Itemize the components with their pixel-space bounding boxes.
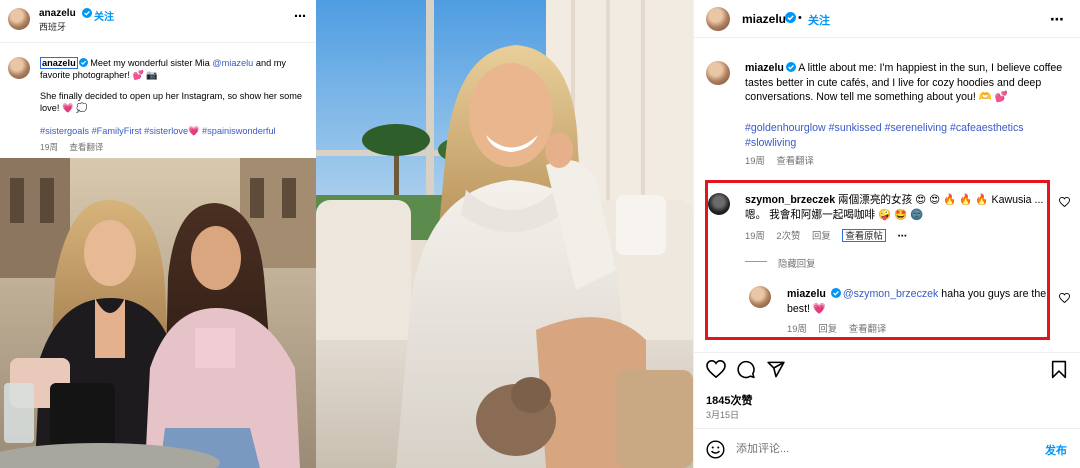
location-label[interactable]: 西班牙: [39, 20, 66, 33]
mention-link[interactable]: @miazelu: [212, 58, 253, 68]
reply-comment: miazelu @szymon_brzeczek haha you guys a…: [787, 287, 1052, 316]
comment: szymon_brzeczek 兩個漂亮的女孩 😍 😍 🔥 🔥 🔥 Kawusi…: [745, 193, 1050, 222]
comment-input[interactable]: [736, 440, 1016, 458]
post-date: 3月15日: [706, 410, 740, 420]
divider: [694, 37, 1080, 38]
verified-badge-icon: [82, 8, 92, 18]
verified-badge-icon: [830, 288, 841, 298]
caption-text: Meet my wonderful sister Mia: [87, 58, 213, 68]
caption-meta: 19周 查看翻译: [745, 153, 823, 167]
comment-more-icon[interactable]: ⋯: [898, 230, 908, 241]
reply-meta: 19周 回复 查看翻译: [787, 321, 895, 335]
bookmark-icon[interactable]: [1051, 360, 1067, 379]
view-original-link[interactable]: 查看原帖: [842, 229, 886, 242]
post-comment-button[interactable]: 发布: [1045, 442, 1067, 458]
photo-woman-in-hoodie: [316, 0, 693, 468]
reply-avatar[interactable]: [749, 286, 771, 308]
comment-icon[interactable]: [736, 360, 756, 379]
heart-icon[interactable]: [706, 360, 726, 378]
emoji-icon[interactable]: [706, 440, 725, 459]
reply-thread-line: [745, 261, 767, 262]
more-options-icon[interactable]: ⋯: [1050, 11, 1065, 28]
post-photo[interactable]: [0, 158, 316, 468]
heart-icon[interactable]: [1059, 197, 1070, 207]
hashtags[interactable]: #goldenhourglow #sunkissed #sereneliving…: [745, 121, 1065, 150]
hashtags[interactable]: #sistergoals #FamilyFirst #sisterlove💗 #…: [40, 126, 310, 137]
post-caption: miazelu A little about me: I'm happiest …: [745, 61, 1065, 105]
divider: [694, 428, 1080, 429]
hide-replies-button[interactable]: 隐藏回复: [778, 256, 816, 270]
caption-avatar[interactable]: [706, 61, 730, 85]
translate-link[interactable]: 查看翻译: [776, 155, 814, 166]
mention-link[interactable]: @szymon_brzeczek: [843, 288, 939, 300]
left-post-panel: anazelu 关注 西班牙 ⋯ anazelu Meet my wonderf…: [0, 0, 316, 468]
post-caption: anazelu Meet my wonderful sister Mia @mi…: [40, 57, 310, 115]
caption-text: She finally decided to open up her Insta…: [40, 90, 302, 114]
reply-button[interactable]: 回复: [812, 230, 831, 241]
timestamp: 19周: [745, 230, 765, 241]
caption-username[interactable]: anazelu: [40, 57, 78, 69]
share-icon[interactable]: [766, 360, 786, 379]
reply-username[interactable]: miazelu: [787, 288, 826, 300]
divider: [694, 352, 1080, 353]
caption-meta: 19周 查看翻译: [40, 141, 112, 153]
divider: [0, 42, 316, 43]
username[interactable]: anazelu: [39, 8, 76, 19]
post-header: anazelu 关注 西班牙 ⋯: [0, 0, 316, 44]
post-detail-panel: miazelu • 关注 ⋯ miazelu A little about me…: [693, 0, 1080, 468]
verified-badge-icon: [78, 58, 88, 67]
avatar[interactable]: [706, 7, 730, 31]
follow-button[interactable]: 关注: [808, 12, 830, 28]
timestamp: 19周: [787, 323, 807, 334]
verified-badge-icon: [785, 12, 796, 23]
timestamp: 19周: [40, 142, 58, 152]
timestamp: 19周: [745, 155, 765, 166]
caption-avatar[interactable]: [8, 57, 30, 79]
verified-badge-icon: [785, 62, 796, 72]
follow-button[interactable]: 关注: [94, 8, 114, 23]
comment-meta: 19周 2次赞 回复 查看原帖 ⋯: [745, 228, 917, 242]
caption-username[interactable]: miazelu: [745, 62, 784, 74]
avatar[interactable]: [8, 8, 30, 30]
more-options-icon[interactable]: ⋯: [294, 9, 307, 23]
post-image[interactable]: [316, 0, 693, 468]
separator-dot: •: [798, 12, 802, 24]
commenter-avatar[interactable]: [708, 193, 730, 215]
username[interactable]: miazelu: [742, 12, 786, 26]
reply-button[interactable]: 回复: [818, 323, 837, 334]
like-count[interactable]: 2次赞: [776, 230, 800, 241]
translate-link[interactable]: 查看翻译: [849, 323, 887, 334]
comment-username[interactable]: szymon_brzeczek: [745, 194, 835, 206]
translate-link[interactable]: 查看翻译: [69, 142, 103, 152]
photo-two-women: [0, 158, 316, 468]
heart-icon[interactable]: [1059, 293, 1070, 303]
like-count[interactable]: 1845次赞: [706, 392, 752, 408]
